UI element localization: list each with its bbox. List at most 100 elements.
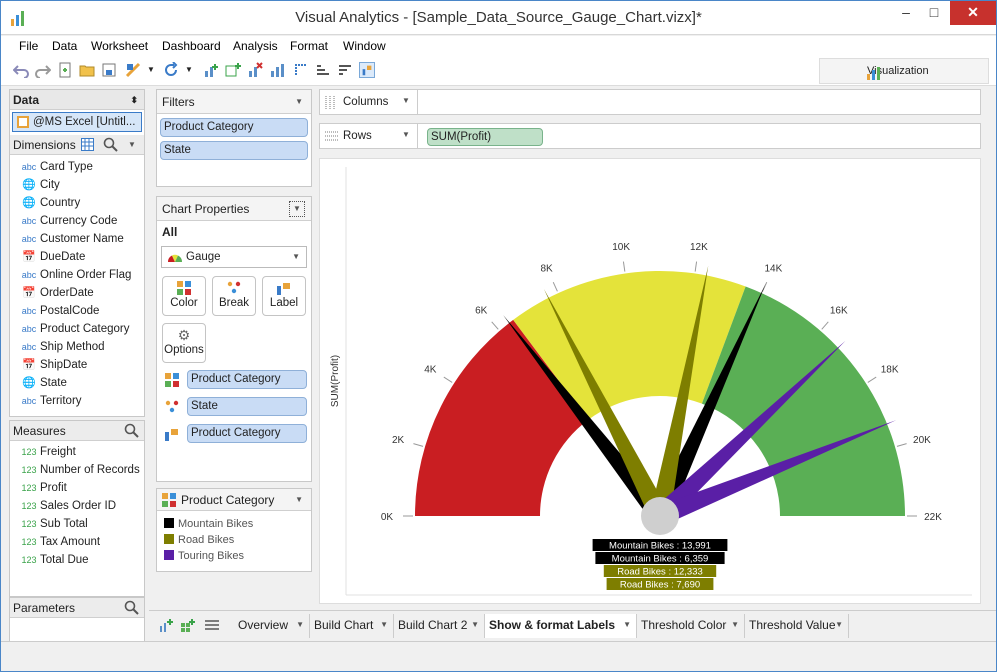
legend-item[interactable]: Road Bikes [164, 534, 234, 546]
data-panel-menu-icon[interactable]: ⬍ [130, 90, 138, 110]
tab-show-format-labels[interactable]: Show & format Labels ▼ [485, 614, 637, 638]
calendar-icon: 📅 [22, 251, 36, 263]
filter-state[interactable]: State [160, 141, 308, 160]
add-worksheet-icon[interactable] [159, 619, 173, 633]
legend-label: Road Bikes [178, 534, 235, 546]
dimension-item[interactable]: abc Card Type [20, 158, 93, 176]
tab-dropdown-icon[interactable]: ▼ [471, 614, 479, 636]
dimension-item[interactable]: 🌐 City [20, 176, 60, 194]
dimension-item[interactable]: 📅 ShipDate [20, 356, 87, 374]
tab-overview[interactable]: Overview ▼ [234, 614, 310, 638]
tab-build-chart[interactable]: Build Chart ▼ [310, 614, 394, 638]
filters-menu-icon[interactable]: ▼ [295, 90, 303, 114]
parameters-search-icon[interactable] [124, 600, 139, 615]
dimension-item[interactable]: abc Online Order Flag [20, 266, 132, 284]
add-dashboard-icon[interactable] [181, 619, 195, 633]
undo-icon[interactable] [13, 62, 29, 78]
maximize-button[interactable]: □ [921, 1, 947, 25]
color-button[interactable]: Color [162, 276, 206, 316]
dimension-item[interactable]: abc PostalCode [20, 302, 100, 320]
chart-properties-menu-icon[interactable]: ▼ [289, 201, 305, 217]
dimension-item[interactable]: 🌐 State [20, 374, 67, 392]
dimensions-menu-icon[interactable]: ▼ [128, 135, 136, 155]
menu-analysis[interactable]: Analysis [233, 39, 278, 53]
chart-type-select[interactable]: Gauge ▼ [161, 246, 307, 268]
dimension-item[interactable]: 🌐 Country [20, 194, 80, 212]
table-view-icon[interactable] [81, 138, 94, 151]
columns-dropdown-icon[interactable]: ▼ [402, 96, 410, 105]
dimension-item[interactable]: abc Currency Code [20, 212, 118, 230]
visualization-button[interactable]: Visualization [819, 58, 989, 84]
refresh-icon[interactable] [163, 62, 179, 78]
columns-shelf[interactable]: Columns ▼ [319, 89, 981, 115]
minimize-button[interactable]: – [893, 1, 919, 25]
remove-chart-icon[interactable] [247, 62, 263, 78]
parameters-title: Parameters [13, 601, 76, 615]
sort-ascending-icon[interactable] [315, 62, 331, 78]
measure-item[interactable]: 123 Profit [20, 479, 66, 497]
menu-dashboard[interactable]: Dashboard [162, 39, 221, 53]
filter-product-category[interactable]: Product Category [160, 118, 308, 137]
tab-threshold-color[interactable]: Threshold Color ▼ [637, 614, 745, 638]
measure-item[interactable]: 123 Freight [20, 443, 75, 461]
menu-worksheet[interactable]: Worksheet [91, 39, 148, 53]
sort-descending-icon[interactable] [337, 62, 353, 78]
legend-panel: Product Category ▼ Mountain Bikes Road Bi… [156, 488, 312, 572]
legend-menu-icon[interactable]: ▼ [295, 489, 303, 511]
tab-dropdown-icon[interactable]: ▼ [731, 614, 739, 636]
measures-title: Measures [13, 424, 66, 438]
redo-icon[interactable] [35, 62, 51, 78]
break-button[interactable]: Break [212, 276, 256, 316]
filters-panel: Filters ▼ Product Category State [156, 89, 312, 187]
break-field-pill[interactable]: State [187, 397, 307, 416]
tab-build-chart-2[interactable]: Build Chart 2 ▼ [394, 614, 485, 638]
show-labels-icon[interactable] [359, 62, 375, 78]
measure-item[interactable]: 123 Number of Records [20, 461, 139, 479]
rows-shelf[interactable]: Rows ▼ SUM(Profit) [319, 123, 981, 149]
tab-dropdown-icon[interactable]: ▼ [380, 614, 388, 636]
add-table-icon[interactable] [225, 62, 241, 78]
legend-item[interactable]: Touring Bikes [164, 550, 244, 562]
measure-item[interactable]: 123 Sub Total [20, 515, 87, 533]
add-chart-icon[interactable] [203, 62, 219, 78]
measure-item[interactable]: 123 Sales Order ID [20, 497, 116, 515]
options-button[interactable]: ⚙ Options [162, 323, 206, 363]
swap-axes-icon[interactable] [293, 62, 309, 78]
dimension-item[interactable]: 📅 OrderDate [20, 284, 94, 302]
measures-search-icon[interactable] [124, 423, 139, 438]
open-folder-icon[interactable] [79, 62, 95, 78]
menu-window[interactable]: Window [343, 39, 386, 53]
color-field-pill[interactable]: Product Category [187, 370, 307, 389]
duplicate-chart-icon[interactable] [269, 62, 285, 78]
label-button[interactable]: Label [262, 276, 306, 316]
dimension-item[interactable]: 📅 DueDate [20, 248, 85, 266]
dimension-item[interactable]: abc Ship Method [20, 338, 105, 356]
gauge-icon [167, 254, 183, 262]
dimension-item[interactable]: abc Customer Name [20, 230, 124, 248]
tab-threshold-value[interactable]: Threshold Value ▼ [745, 614, 849, 638]
measure-item[interactable]: 123 Total Due [20, 551, 88, 569]
new-icon[interactable] [57, 62, 73, 78]
data-source-selector[interactable]: @MS Excel [Untitl... [12, 112, 142, 132]
tab-dropdown-icon[interactable]: ▼ [623, 614, 631, 636]
measure-item[interactable]: 123 Tax Amount [20, 533, 100, 551]
data-source-icon[interactable] [125, 62, 141, 78]
tab-list-icon[interactable] [205, 619, 219, 633]
tab-dropdown-icon[interactable]: ▼ [835, 614, 843, 636]
search-icon[interactable] [103, 137, 118, 152]
menu-data[interactable]: Data [52, 39, 77, 53]
tab-dropdown-icon[interactable]: ▼ [296, 614, 304, 636]
save-icon[interactable] [101, 62, 117, 78]
refresh-dropdown-icon[interactable]: ▼ [185, 65, 193, 74]
tab-label: Threshold Value [749, 618, 836, 632]
close-button[interactable]: ✕ [950, 1, 996, 25]
dimension-item[interactable]: abc Territory [20, 392, 82, 410]
rows-dropdown-icon[interactable]: ▼ [402, 130, 410, 139]
dimension-item[interactable]: abc Product Category [20, 320, 130, 338]
label-field-pill[interactable]: Product Category [187, 424, 307, 443]
menu-file[interactable]: File [19, 39, 38, 53]
rows-pill-sum-profit[interactable]: SUM(Profit) [427, 128, 543, 146]
menu-format[interactable]: Format [290, 39, 328, 53]
data-source-dropdown-icon[interactable]: ▼ [147, 65, 155, 74]
legend-item[interactable]: Mountain Bikes [164, 518, 253, 530]
